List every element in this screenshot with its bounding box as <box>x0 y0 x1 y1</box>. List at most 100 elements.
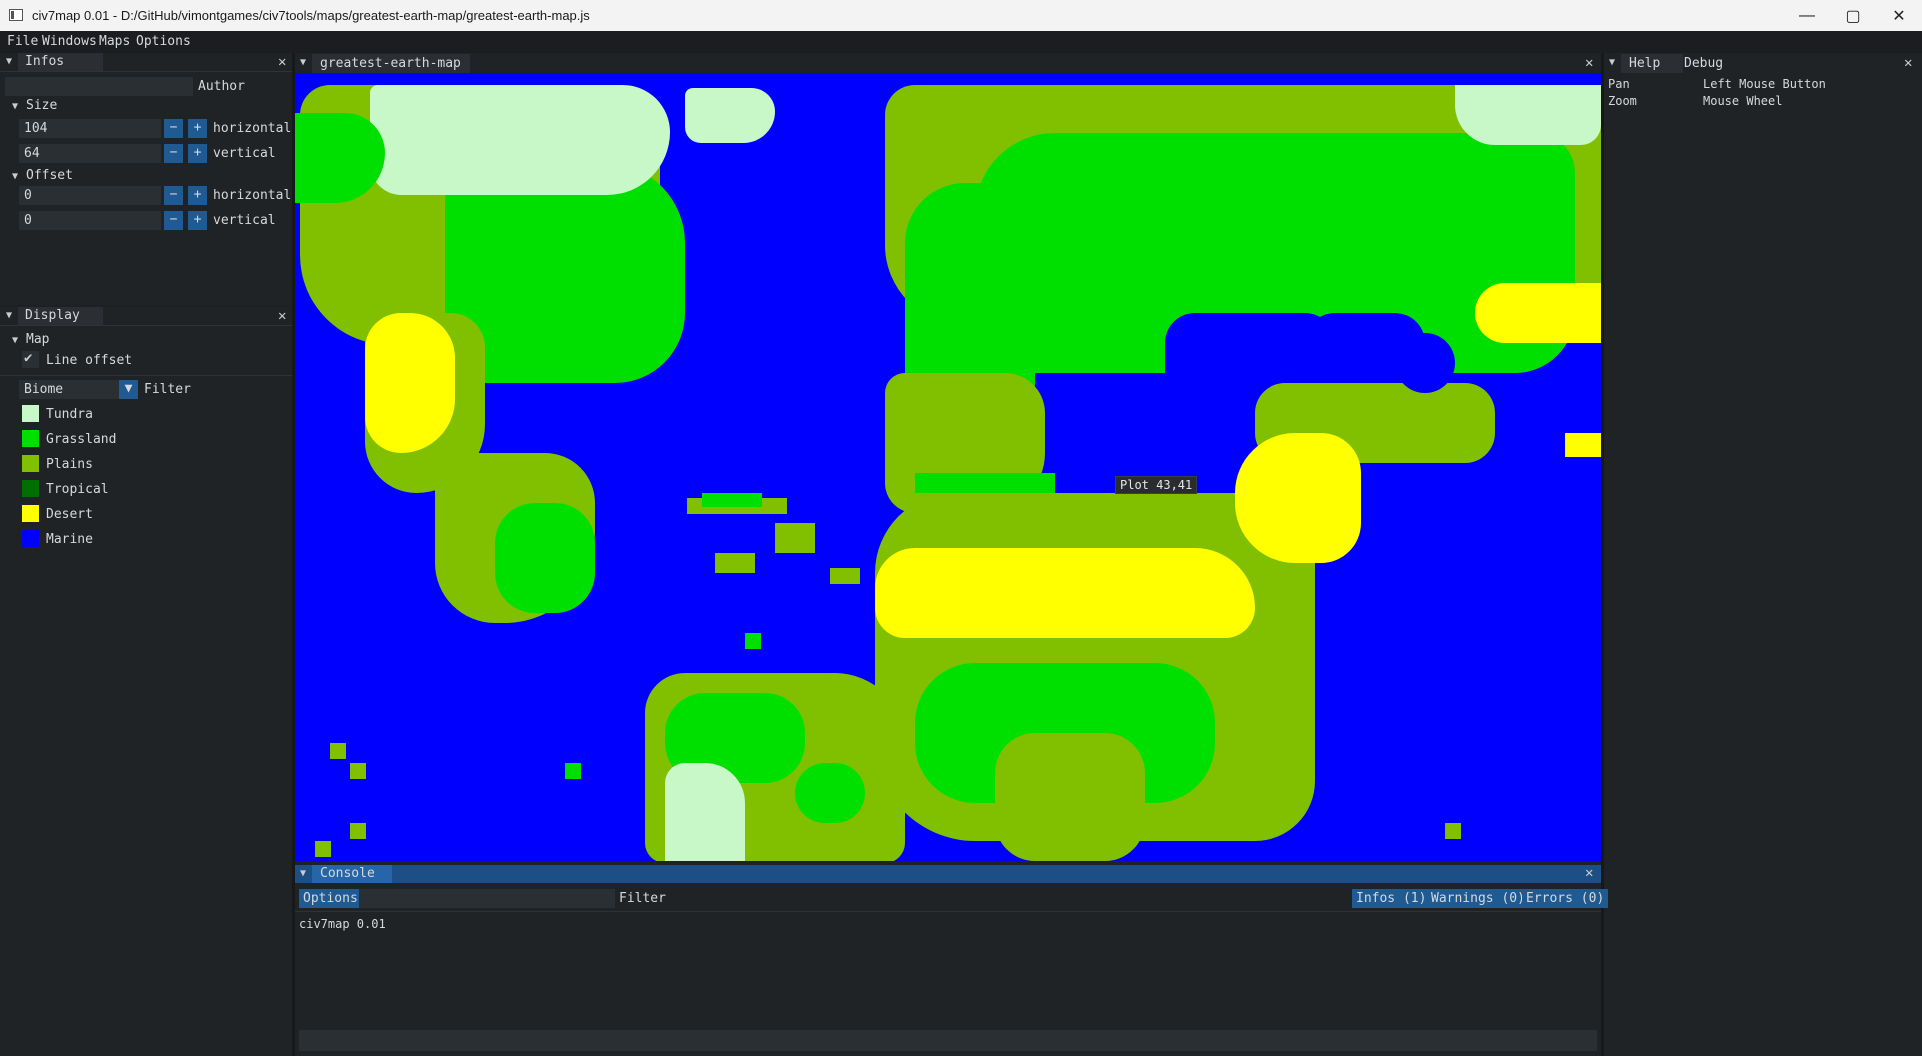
biome-swatch-desert[interactable] <box>22 505 39 522</box>
chevron-down-icon[interactable]: ▼ <box>119 380 138 399</box>
menu-bar: File Windows Maps Options <box>0 31 1922 53</box>
island <box>350 823 366 839</box>
help-panel: ▼ Help Debug ✕ Pan Left Mouse Button Zoo… <box>1604 53 1922 1056</box>
offset-horizontal-decrement-button[interactable]: − <box>164 186 183 205</box>
size-header[interactable]: Size <box>26 98 57 113</box>
close-icon[interactable]: ✕ <box>278 308 286 324</box>
size-horizontal-increment-button[interactable]: + <box>188 119 207 138</box>
island <box>702 493 762 507</box>
infos-panel-header: ▼ Infos ✕ <box>0 53 292 72</box>
region-grassland <box>915 473 1055 493</box>
console-infos-button[interactable]: Infos (1) <box>1352 889 1431 908</box>
map-tab[interactable]: greatest-earth-map <box>312 54 470 73</box>
close-icon[interactable]: ✕ <box>1904 55 1912 71</box>
region-grassland <box>495 503 595 613</box>
region-tundra <box>685 88 775 143</box>
check-icon: ✔ <box>24 350 33 366</box>
size-collapse-icon[interactable]: ▼ <box>12 101 18 112</box>
biome-swatch-tropical[interactable] <box>22 480 39 497</box>
size-vertical-decrement-button[interactable]: − <box>164 144 183 163</box>
filter-select[interactable]: Biome <box>19 380 119 399</box>
biome-swatch-tundra[interactable] <box>22 405 39 422</box>
console-options-button[interactable]: Options <box>299 889 362 908</box>
divider <box>0 375 292 376</box>
map-header[interactable]: Map <box>26 332 49 347</box>
region-plains <box>995 733 1145 861</box>
island <box>315 841 331 857</box>
tab-help[interactable]: Help <box>1621 54 1683 73</box>
region-desert <box>1475 283 1601 343</box>
collapse-icon[interactable]: ▼ <box>300 868 306 879</box>
divider <box>295 911 1601 912</box>
island <box>745 633 761 649</box>
biome-swatch-plains[interactable] <box>22 455 39 472</box>
region-desert <box>1565 433 1601 457</box>
biome-label-marine: Marine <box>46 532 93 547</box>
console-warnings-button[interactable]: Warnings (0) <box>1427 889 1529 908</box>
island <box>350 763 366 779</box>
biome-label-tropical: Tropical <box>46 482 109 497</box>
app-icon <box>9 9 23 21</box>
close-icon[interactable]: ✕ <box>1585 865 1593 881</box>
map-collapse-icon[interactable]: ▼ <box>12 335 18 346</box>
menu-options[interactable]: Options <box>136 34 191 49</box>
biome-swatch-grassland[interactable] <box>22 430 39 447</box>
close-icon[interactable]: ✕ <box>278 54 286 70</box>
menu-windows[interactable]: Windows <box>42 34 97 49</box>
display-tab[interactable]: Display <box>18 307 103 325</box>
console-tab[interactable]: Console <box>312 865 392 883</box>
offset-horizontal-increment-button[interactable]: + <box>188 186 207 205</box>
collapse-icon[interactable]: ▼ <box>6 56 12 67</box>
size-vertical-increment-button[interactable]: + <box>188 144 207 163</box>
maximize-button[interactable]: ▢ <box>1830 0 1876 31</box>
size-vertical-input[interactable]: 64 <box>19 144 161 163</box>
close-icon[interactable]: ✕ <box>1585 55 1593 71</box>
offset-vertical-input[interactable]: 0 <box>19 211 161 230</box>
collapse-icon[interactable]: ▼ <box>1609 57 1615 68</box>
help-panel-header: ▼ Help Debug ✕ <box>1604 53 1922 73</box>
island <box>715 553 755 573</box>
offset-horizontal-input[interactable]: 0 <box>19 186 161 205</box>
console-filter-label: Filter <box>619 891 666 906</box>
display-panel-header: ▼ Display ✕ <box>0 307 292 326</box>
offset-collapse-icon[interactable]: ▼ <box>12 171 18 182</box>
console-command-input[interactable] <box>299 1030 1597 1051</box>
infos-tab[interactable]: Infos <box>18 53 103 71</box>
biome-label-plains: Plains <box>46 457 93 472</box>
menu-maps[interactable]: Maps <box>99 34 130 49</box>
console-log-line: civ7map 0.01 <box>299 917 386 931</box>
size-horizontal-input[interactable]: 104 <box>19 119 161 138</box>
window-title: civ7map 0.01 - D:/GitHub/vimontgames/civ… <box>32 8 590 23</box>
island <box>1445 823 1461 839</box>
help-action-zoom: Zoom <box>1608 94 1637 108</box>
region-marine <box>1305 313 1425 373</box>
close-window-button[interactable]: ✕ <box>1876 0 1922 31</box>
size-horizontal-decrement-button[interactable]: − <box>164 119 183 138</box>
author-label: Author <box>198 79 245 94</box>
biome-swatch-marine[interactable] <box>22 530 39 547</box>
filter-label: Filter <box>144 382 191 397</box>
minimize-button[interactable]: — <box>1784 0 1830 31</box>
console-errors-button[interactable]: Errors (0) <box>1522 889 1609 908</box>
region-desert <box>365 313 455 453</box>
offset-header[interactable]: Offset <box>26 168 73 183</box>
author-input[interactable] <box>5 77 193 96</box>
map-canvas[interactable]: Plot 43,41 <box>295 73 1601 861</box>
offset-vertical-increment-button[interactable]: + <box>188 211 207 230</box>
menu-file[interactable]: File <box>7 34 38 49</box>
collapse-icon[interactable]: ▼ <box>6 310 12 321</box>
display-panel: ▼ Display ✕ ▼ Map ✔ Line offset Biome ▼ … <box>0 307 292 1056</box>
biome-label-tundra: Tundra <box>46 407 93 422</box>
island <box>830 568 860 584</box>
island <box>565 763 581 779</box>
console-filter-input[interactable] <box>359 889 615 908</box>
region-marine <box>775 93 885 413</box>
line-offset-checkbox[interactable]: ✔ <box>22 350 39 368</box>
console-panel-header: ▼ Console ✕ <box>295 865 1601 883</box>
line-offset-label: Line offset <box>46 353 133 368</box>
collapse-icon[interactable]: ▼ <box>300 57 306 68</box>
window-titlebar: civ7map 0.01 - D:/GitHub/vimontgames/civ… <box>0 0 1922 31</box>
region-tundra <box>370 85 670 195</box>
offset-vertical-decrement-button[interactable]: − <box>164 211 183 230</box>
tab-debug[interactable]: Debug <box>1684 56 1723 71</box>
